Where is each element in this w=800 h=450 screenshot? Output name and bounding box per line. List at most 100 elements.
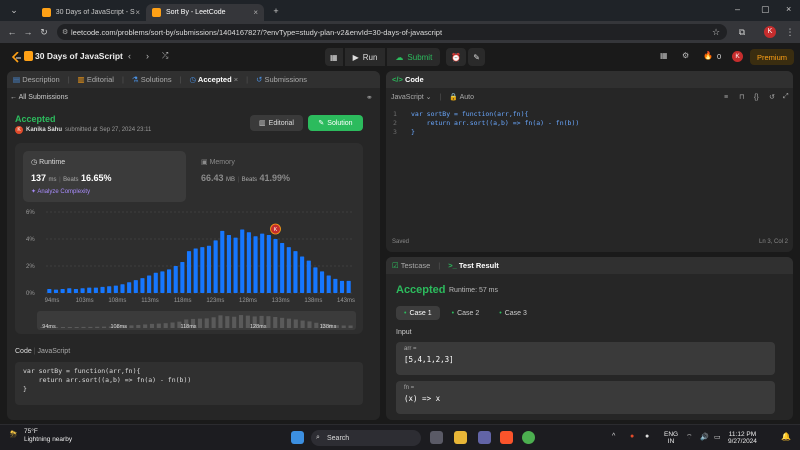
memory-label[interactable]: ▣ Memory xyxy=(201,158,235,166)
file-explorer-icon[interactable] xyxy=(454,431,467,444)
back-icon[interactable]: ← xyxy=(4,27,20,37)
layout-icon[interactable]: ▦ xyxy=(660,51,668,60)
chart-bar[interactable] xyxy=(80,288,85,293)
submit-button[interactable]: ☁ Submit xyxy=(387,48,441,66)
test-result-tab[interactable]: >_ Test Result xyxy=(448,261,499,270)
bookmark-icon[interactable]: ⊓ xyxy=(739,93,744,101)
prev-problem-icon[interactable]: ‹ xyxy=(128,51,131,61)
chart-bar[interactable] xyxy=(333,278,338,293)
url-field[interactable]: ⚙ leetcode.com/problems/sort-by/submissi… xyxy=(57,24,727,40)
tab-editorial[interactable]: ▥ Editorial xyxy=(78,75,114,84)
weather-widget[interactable]: ⛈ 75°F Lightning nearby xyxy=(8,428,72,444)
chart-bar[interactable] xyxy=(300,256,305,293)
close-tab-icon[interactable]: × xyxy=(135,8,140,17)
close-window-icon[interactable]: × xyxy=(786,4,791,14)
browser-tab-sort-by[interactable]: Sort By - LeetCode × xyxy=(146,4,264,21)
chart-bar[interactable] xyxy=(60,288,65,293)
chart-bar[interactable] xyxy=(193,248,198,293)
chart-bar[interactable] xyxy=(233,237,238,293)
tab-submissions[interactable]: ↺ Submissions xyxy=(256,75,307,84)
chart-bar[interactable] xyxy=(100,286,105,293)
forward-icon[interactable]: → xyxy=(20,27,36,37)
settings-icon[interactable]: ⚙ xyxy=(682,51,689,60)
reload-icon[interactable]: ↻ xyxy=(36,27,52,38)
chart-bar[interactable] xyxy=(320,271,325,293)
chart-bar[interactable] xyxy=(180,261,185,293)
chart-bar[interactable] xyxy=(253,236,258,293)
chart-bar[interactable] xyxy=(93,287,98,293)
tab-search-icon[interactable]: ⌄ xyxy=(6,5,22,16)
extensions-icon[interactable]: ⧉ xyxy=(734,27,750,38)
chart-bar[interactable] xyxy=(266,234,271,293)
chart-bar[interactable] xyxy=(240,229,245,293)
chart-bar[interactable] xyxy=(127,282,132,293)
tray-chevron-icon[interactable]: ^ xyxy=(612,433,615,440)
profile-avatar[interactable]: K xyxy=(764,26,776,38)
chart-bar[interactable] xyxy=(220,230,225,293)
runtime-distribution-chart[interactable]: 6%4%2%0%K94ms 103ms 108ms 113ms 118ms 123ms 12… xyxy=(22,205,358,305)
analyze-complexity-link[interactable]: ✦ Analyze Complexity xyxy=(31,188,90,195)
chart-bar[interactable] xyxy=(313,267,318,293)
testcase-tab[interactable]: ☑ Testcase xyxy=(392,261,430,270)
all-submissions-link[interactable]: ← All Submissions xyxy=(10,94,68,101)
tab-accepted[interactable]: ◷ Accepted × xyxy=(190,75,239,84)
chart-bar[interactable] xyxy=(73,288,78,293)
chart-bar[interactable] xyxy=(167,269,172,294)
bookmark-star-icon[interactable]: ☆ xyxy=(708,27,724,38)
submitter-name[interactable]: Kanika Sahu xyxy=(26,127,62,133)
chart-bar[interactable] xyxy=(260,233,265,293)
chart-bar[interactable] xyxy=(113,285,118,293)
chart-bar[interactable] xyxy=(120,284,125,293)
study-plan-title[interactable]: 30 Days of JavaScript xyxy=(35,51,123,61)
chart-bar[interactable] xyxy=(326,275,331,293)
chart-bar[interactable] xyxy=(153,272,158,293)
battery-icon[interactable]: ▭ xyxy=(714,433,721,441)
tray-app-icon[interactable]: ● xyxy=(645,433,649,440)
chart-bar[interactable] xyxy=(173,266,178,293)
code-tab[interactable]: </> Code xyxy=(392,75,424,84)
chart-bar[interactable] xyxy=(160,271,165,293)
premium-button[interactable]: Premium xyxy=(750,49,795,65)
close-tab-icon[interactable]: × xyxy=(253,8,258,17)
chart-bar[interactable] xyxy=(246,232,251,293)
teams-icon[interactable] xyxy=(478,431,491,444)
chrome-icon[interactable] xyxy=(522,431,535,444)
chart-bar[interactable] xyxy=(147,275,152,293)
solution-button[interactable]: ✎ Solution xyxy=(308,115,363,131)
chart-bar[interactable] xyxy=(213,240,218,293)
chart-bar[interactable] xyxy=(140,278,145,293)
notes-button[interactable]: ✎ xyxy=(468,48,485,66)
new-tab-icon[interactable]: + xyxy=(268,6,284,16)
debug-button[interactable]: ▦ xyxy=(325,48,343,66)
chart-bar[interactable] xyxy=(339,280,345,293)
code-editor[interactable]: 1 var sortBy = function(arr,fn){ 2 return… xyxy=(393,110,579,138)
user-avatar[interactable]: K xyxy=(732,51,743,62)
auto-mode-toggle[interactable]: 🔒 Auto xyxy=(449,93,474,101)
language-select[interactable]: JavaScript ⌄ xyxy=(391,93,432,101)
notification-bell-icon[interactable]: 🔔 xyxy=(781,432,791,441)
chart-bar[interactable] xyxy=(293,251,298,293)
language-indicator[interactable]: ENG IN xyxy=(664,431,678,445)
chart-bar[interactable] xyxy=(87,287,92,293)
chart-bar[interactable] xyxy=(226,234,231,293)
chart-bar[interactable] xyxy=(47,288,52,293)
chart-bar[interactable] xyxy=(286,247,291,293)
start-windows-icon[interactable] xyxy=(291,431,304,444)
chart-bar[interactable] xyxy=(306,260,311,293)
fullscreen-icon[interactable]: ⤢ xyxy=(783,93,789,101)
volume-icon[interactable]: 🔊 xyxy=(700,433,709,441)
chart-bar[interactable] xyxy=(206,245,212,293)
tab-solutions[interactable]: ⚗ Solutions xyxy=(132,75,172,84)
shuffle-icon[interactable]: ⤮ xyxy=(162,51,168,61)
chart-bar[interactable] xyxy=(107,286,112,293)
run-button[interactable]: ▶ Run xyxy=(344,48,386,66)
chart-bar[interactable] xyxy=(133,280,138,293)
case-tab-3[interactable]: • Case 3 xyxy=(491,306,535,320)
case-tab-2[interactable]: • Case 2 xyxy=(444,306,488,320)
browser-tab-study-plan[interactable]: 30 Days of JavaScript - Study P × xyxy=(36,4,146,21)
site-info-icon[interactable]: ⚙ xyxy=(62,28,68,36)
minimize-icon[interactable]: – xyxy=(735,4,740,14)
menu-dots-icon[interactable]: ⋮ xyxy=(782,27,798,38)
taskbar-search[interactable]: ⌕ Search xyxy=(311,430,421,446)
chart-bar[interactable] xyxy=(186,251,192,293)
